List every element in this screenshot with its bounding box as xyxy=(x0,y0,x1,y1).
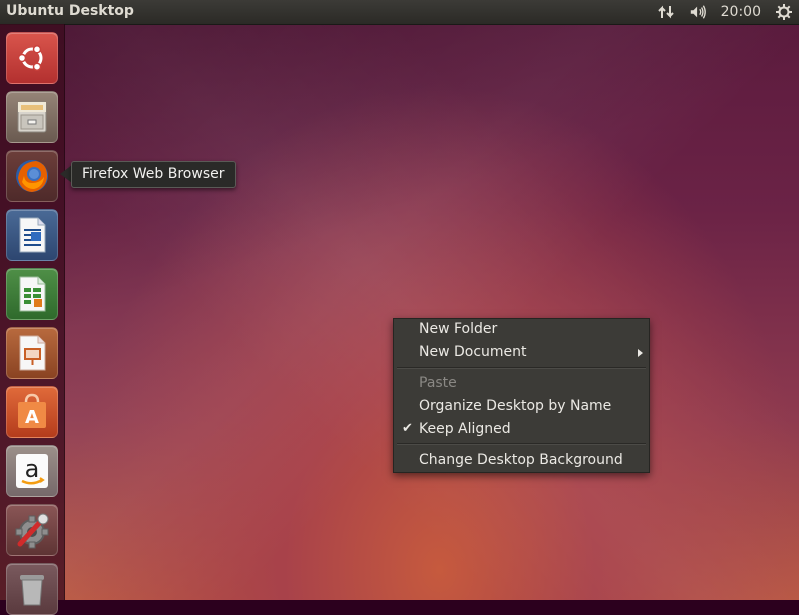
menu-item-label: Paste xyxy=(419,375,457,391)
menu-item-label: New Document xyxy=(419,344,527,360)
launcher: A a xyxy=(0,24,65,615)
file-cabinet-icon xyxy=(17,101,47,133)
network-transfer-icon[interactable] xyxy=(657,3,675,21)
launcher-item-system-settings[interactable] xyxy=(6,504,58,556)
menu-separator xyxy=(397,443,646,445)
calc-spreadsheet-icon xyxy=(19,276,46,312)
submenu-arrow-icon xyxy=(638,349,643,357)
volume-icon[interactable] xyxy=(689,3,707,21)
desktop-wallpaper[interactable] xyxy=(0,0,799,600)
svg-text:a: a xyxy=(25,455,40,483)
svg-text:A: A xyxy=(25,407,39,428)
impress-presentation-icon xyxy=(19,335,46,371)
settings-wrench-gear-icon xyxy=(15,513,49,549)
menu-item-change-desktop-background[interactable]: Change Desktop Background xyxy=(394,450,649,472)
firefox-icon xyxy=(16,160,48,192)
menu-item-paste: Paste xyxy=(394,373,649,395)
window-title: Ubuntu Desktop xyxy=(6,3,134,19)
amazon-icon: a xyxy=(16,454,48,488)
launcher-item-ubuntu-dash[interactable] xyxy=(6,32,58,84)
menu-item-label: Change Desktop Background xyxy=(419,452,623,468)
clock[interactable]: 20:00 xyxy=(721,4,761,20)
menu-separator xyxy=(397,367,646,369)
launcher-item-firefox[interactable] xyxy=(6,150,58,202)
menu-item-label: Organize Desktop by Name xyxy=(419,398,612,414)
menu-item-new-folder[interactable]: New Folder xyxy=(394,319,649,341)
menu-item-new-document[interactable]: New Document xyxy=(394,342,649,364)
top-panel: Ubuntu Desktop 20:00 xyxy=(0,0,799,25)
launcher-item-amazon[interactable]: a xyxy=(6,445,58,497)
launcher-item-ubuntu-software-center[interactable]: A xyxy=(6,386,58,438)
ubuntu-logo-icon xyxy=(17,45,43,71)
launcher-item-libreoffice-writer[interactable] xyxy=(6,209,58,261)
indicator-area: 20:00 xyxy=(657,0,793,24)
launcher-item-libreoffice-impress[interactable] xyxy=(6,327,58,379)
launcher-item-libreoffice-calc[interactable] xyxy=(6,268,58,320)
launcher-item-files[interactable] xyxy=(6,91,58,143)
desktop-context-menu: New Folder New Document Paste Organize D… xyxy=(393,318,650,473)
checkmark-icon: ✔ xyxy=(402,421,413,436)
power-gear-icon[interactable] xyxy=(775,3,793,21)
software-center-bag-icon: A xyxy=(18,393,46,428)
trash-icon xyxy=(20,575,44,606)
menu-item-organize-desktop-by-name[interactable]: Organize Desktop by Name xyxy=(394,396,649,418)
menu-item-label: New Folder xyxy=(419,321,498,337)
launcher-tooltip: Firefox Web Browser xyxy=(71,161,236,188)
menu-item-keep-aligned[interactable]: ✔ Keep Aligned xyxy=(394,419,649,441)
writer-document-icon xyxy=(19,217,46,253)
launcher-item-trash[interactable] xyxy=(6,563,58,615)
menu-item-label: Keep Aligned xyxy=(419,421,511,437)
